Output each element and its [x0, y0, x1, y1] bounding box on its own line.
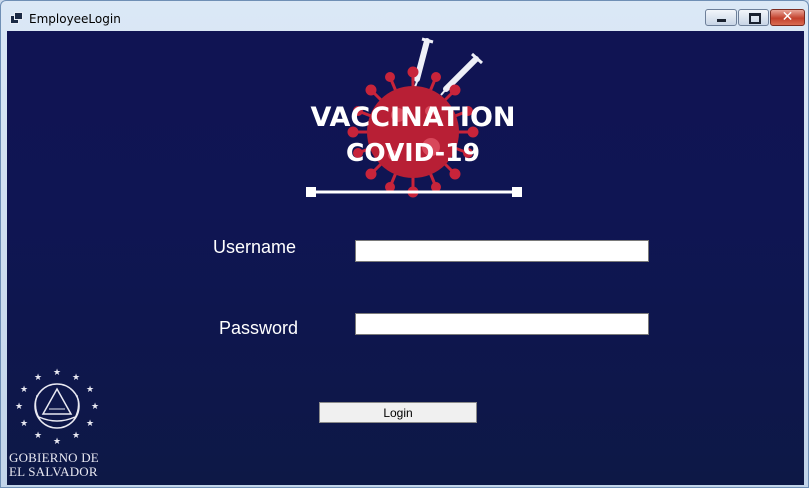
- login-window: EmployeeLogin ✕ VACCINATION COVID-19 Use…: [0, 0, 809, 488]
- minimize-button[interactable]: [705, 9, 737, 26]
- svg-text:★: ★: [72, 431, 80, 441]
- svg-text:★: ★: [91, 402, 99, 412]
- close-button[interactable]: ✕: [770, 9, 805, 26]
- svg-text:★: ★: [15, 402, 23, 412]
- window-title: EmployeeLogin: [29, 12, 121, 26]
- app-window-icon: [10, 12, 23, 24]
- svg-text:★: ★: [20, 419, 28, 429]
- maximize-button[interactable]: [738, 9, 769, 26]
- svg-text:★: ★: [34, 373, 42, 383]
- logo-title: VACCINATION: [310, 102, 515, 133]
- virus-syringe-icon: VACCINATION COVID-19: [306, 37, 522, 198]
- svg-text:★: ★: [20, 385, 28, 395]
- el-salvador-seal-icon: ★ ★ ★ ★ ★ ★ ★ ★ ★ ★ ★ ★: [15, 368, 99, 447]
- close-icon: ✕: [781, 9, 794, 25]
- maximize-icon: [749, 13, 761, 24]
- username-input[interactable]: [355, 240, 649, 262]
- title-bar[interactable]: EmployeeLogin ✕: [1, 1, 808, 31]
- svg-text:★: ★: [53, 437, 61, 447]
- syringe-right: [440, 52, 484, 96]
- svg-text:★: ★: [86, 385, 94, 395]
- logo-subtitle: COVID-19: [346, 138, 480, 167]
- username-label: Username: [213, 237, 297, 257]
- svg-text:★: ★: [34, 431, 42, 441]
- password-input[interactable]: [355, 313, 649, 335]
- login-panel: VACCINATION COVID-19 Username Password L…: [7, 31, 804, 485]
- minimize-icon: [717, 19, 726, 22]
- svg-text:★: ★: [86, 419, 94, 429]
- password-label: Password: [219, 318, 299, 338]
- svg-text:★: ★: [72, 373, 80, 383]
- government-wordmark: GOBIERNO DE EL SALVADOR: [9, 450, 99, 479]
- syringe-left: [414, 37, 434, 88]
- svg-text:★: ★: [53, 368, 61, 378]
- login-button[interactable]: Login: [319, 402, 477, 423]
